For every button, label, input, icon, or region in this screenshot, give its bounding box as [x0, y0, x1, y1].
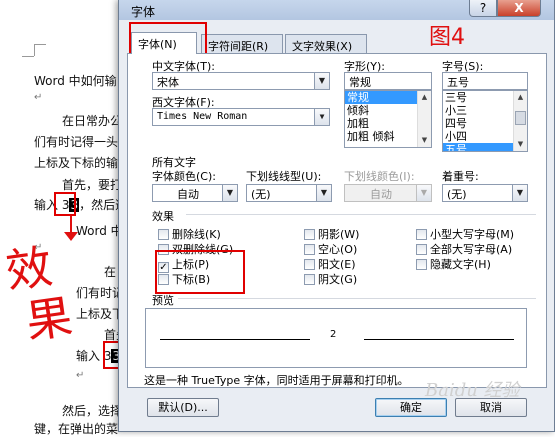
- doc-line-13: 然后，选择: [62, 404, 123, 418]
- divider: [186, 214, 536, 215]
- chevron-down-icon[interactable]: ▼: [418, 134, 431, 147]
- handwritten-char-2: 果: [22, 289, 76, 349]
- emphasis-label: 着重号:: [442, 170, 479, 183]
- chevron-down-icon[interactable]: ▼: [314, 73, 329, 89]
- paragraph-mark: ↵: [34, 92, 43, 103]
- chevron-down-icon[interactable]: ▼: [316, 185, 331, 201]
- shadow-checkbox[interactable]: 阴影(W): [304, 226, 359, 241]
- doc-line-9: 们有时记: [76, 286, 125, 300]
- chevron-up-icon[interactable]: ▲: [514, 91, 527, 104]
- underline-style-label: 下划线线型(U):: [246, 170, 322, 183]
- highlight-superscript: [155, 250, 245, 294]
- effects-heading: 效果: [152, 210, 174, 223]
- chinese-font-select[interactable]: 宋体 ▼: [152, 72, 330, 90]
- close-button[interactable]: X: [497, 0, 541, 17]
- font-size-input[interactable]: 五号: [442, 72, 528, 90]
- font-color-label: 字体颜色(C):: [152, 170, 216, 183]
- tab-font[interactable]: 字体(N): [131, 32, 197, 54]
- font-info-text: 这是一种 TrueType 字体，同时适用于屏幕和打印机。: [144, 374, 409, 387]
- doc-line-3: 们有时记得一头: [34, 135, 119, 149]
- doc-line-10: 上标及下: [76, 307, 125, 321]
- help-button[interactable]: ?: [469, 0, 497, 17]
- font-dialog: 字体 ? X 图4 字体(N) 字符间距(R) 文字效果(X) 中文字体(T):…: [118, 0, 555, 432]
- tab-text-effects[interactable]: 文字效果(X): [285, 34, 367, 54]
- doc-line-2: 在日常办公: [62, 114, 123, 128]
- scrollbar-thumb[interactable]: [515, 111, 526, 125]
- underline-color-select: 自动 ▼: [344, 184, 432, 202]
- checkbox-box[interactable]: [416, 229, 427, 240]
- doc-line-14: 键，在弹出的菜: [34, 422, 119, 436]
- doc-line-5: 首先，要打: [62, 178, 123, 192]
- checkbox-box[interactable]: [304, 244, 315, 255]
- strikethrough-checkbox[interactable]: 删除线(K): [158, 226, 221, 241]
- font-style-input[interactable]: 常规: [344, 72, 432, 90]
- underline-color-label: 下划线颜色(I):: [344, 170, 415, 183]
- doc-line-7: Word 中: [76, 224, 123, 238]
- divider: [178, 298, 536, 299]
- scrollbar[interactable]: ▲ ▼: [417, 91, 431, 147]
- preview-box: 2: [145, 308, 527, 368]
- checkbox-box[interactable]: [304, 229, 315, 240]
- doc-line-1: Word 中如何输: [34, 74, 117, 88]
- dialog-title: 字体: [131, 5, 156, 19]
- tab-character-spacing[interactable]: 字符间距(R): [201, 34, 283, 54]
- figure-label: 图4: [429, 25, 465, 50]
- checkbox-box[interactable]: [304, 274, 315, 285]
- checkbox-box[interactable]: [158, 229, 169, 240]
- chevron-up-icon[interactable]: ▲: [418, 91, 431, 104]
- doc-line-6: 输入 33，然后选: [34, 198, 128, 212]
- chevron-down-icon[interactable]: ▼: [314, 109, 329, 125]
- handwritten-char-1: 效: [2, 239, 56, 299]
- checkbox-box[interactable]: [304, 259, 315, 270]
- watermark: Baidu 经验: [425, 380, 520, 401]
- emboss-checkbox[interactable]: 阳文(E): [304, 256, 356, 271]
- highlight-box-before: [54, 192, 76, 216]
- default-button[interactable]: 默认(D)...: [147, 398, 219, 417]
- page-corner-mark-h: [22, 56, 34, 57]
- font-style-list[interactable]: 常规 倾斜 加粗 加粗 倾斜 ▲ ▼: [344, 90, 432, 148]
- paragraph-mark: ↵: [76, 370, 85, 381]
- western-font-select[interactable]: Times New Roman ▼: [152, 108, 330, 126]
- checkbox-box[interactable]: [416, 244, 427, 255]
- underline-style-select[interactable]: (无) ▼: [246, 184, 332, 202]
- small-caps-checkbox[interactable]: 小型大写字母(M): [416, 226, 514, 241]
- preview-heading: 预览: [152, 294, 174, 307]
- outline-checkbox[interactable]: 空心(O): [304, 241, 357, 256]
- scrollbar[interactable]: ▲ ▼: [513, 91, 527, 151]
- page-corner-mark: [34, 44, 46, 56]
- preview-baseline-left: [160, 339, 310, 340]
- chevron-down-icon[interactable]: ▼: [514, 138, 527, 151]
- chevron-down-icon: ▼: [416, 185, 431, 201]
- doc-line-4: 上标及下标的输: [34, 156, 119, 170]
- checkbox-box[interactable]: [416, 259, 427, 270]
- engrave-checkbox[interactable]: 阴文(G): [304, 271, 357, 286]
- preview-sample: 2: [330, 329, 337, 340]
- chevron-down-icon[interactable]: ▼: [222, 185, 237, 201]
- all-caps-checkbox[interactable]: 全部大写字母(A): [416, 241, 512, 256]
- font-color-select[interactable]: 自动 ▼: [152, 184, 238, 202]
- chevron-down-icon[interactable]: ▼: [512, 185, 527, 201]
- hidden-text-checkbox[interactable]: 隐藏文字(H): [416, 256, 491, 271]
- emphasis-select[interactable]: (无) ▼: [442, 184, 528, 202]
- font-size-list[interactable]: 三号 小三 四号 小四 五号 ▲ ▼: [442, 90, 528, 152]
- preview-baseline-right: [364, 339, 514, 340]
